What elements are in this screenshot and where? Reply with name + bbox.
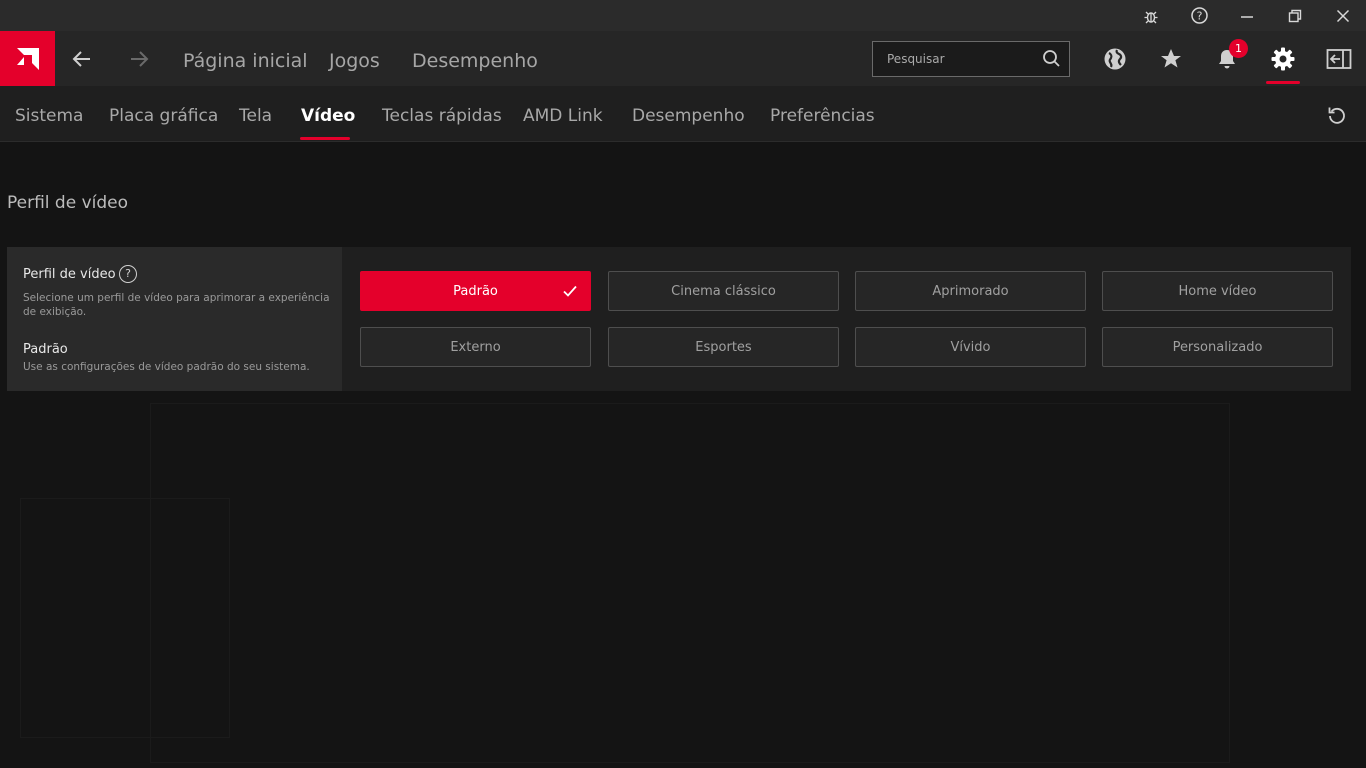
profile-label: Externo <box>450 339 501 355</box>
notification-badge: 1 <box>1229 39 1248 58</box>
settings-tabs: Sistema Placa gráfica Tela Vídeo Teclas … <box>0 86 1366 142</box>
search-input[interactable] <box>873 42 1033 76</box>
nav-games[interactable]: Jogos <box>329 31 380 86</box>
close-icon[interactable] <box>1320 0 1366 31</box>
help-circle-icon[interactable]: ? <box>119 265 137 283</box>
setting-description: Selecione um perfil de vídeo para aprimo… <box>23 292 330 318</box>
tab-display[interactable]: Tela <box>239 86 272 142</box>
profile-label: Esportes <box>695 339 752 355</box>
profile-sports-button[interactable]: Esportes <box>608 327 839 367</box>
tab-performance[interactable]: Desempenho <box>632 86 745 142</box>
settings-gear-icon[interactable] <box>1258 31 1308 86</box>
setting-title: Perfil de vídeo <box>23 267 116 282</box>
profile-standard-button[interactable]: Padrão <box>360 271 591 311</box>
star-icon[interactable] <box>1146 31 1196 86</box>
nav-performance[interactable]: Desempenho <box>412 31 538 86</box>
nav-home[interactable]: Página inicial <box>183 31 308 86</box>
active-tab-indicator <box>300 137 350 140</box>
sidebar-toggle-icon[interactable] <box>1314 31 1364 86</box>
restore-icon[interactable] <box>1272 0 1318 31</box>
profile-custom-button[interactable]: Personalizado <box>1102 327 1333 367</box>
settings-active-indicator <box>1266 81 1300 84</box>
tab-preferences[interactable]: Preferências <box>770 86 875 142</box>
tab-amd-link[interactable]: AMD Link <box>523 86 603 142</box>
profile-home-video-button[interactable]: Home vídeo <box>1102 271 1333 311</box>
tab-system[interactable]: Sistema <box>15 86 83 142</box>
video-profile-card: Perfil de vídeo ? Selecione um perfil de… <box>7 247 1351 391</box>
search-box <box>872 41 1070 77</box>
notification-bell-icon[interactable] <box>1202 31 1252 86</box>
checkmark-icon <box>562 283 578 303</box>
profile-external-button[interactable]: Externo <box>360 327 591 367</box>
profile-label: Vívido <box>950 339 991 355</box>
profile-label: Padrão <box>453 283 498 299</box>
tab-video[interactable]: Vídeo <box>301 86 355 142</box>
video-profile-info: Perfil de vídeo ? Selecione um perfil de… <box>7 247 342 391</box>
section-title: Perfil de vídeo <box>7 193 129 213</box>
reset-icon[interactable] <box>1322 100 1352 130</box>
video-settings-content: Perfil de vídeo Perfil de vídeo ? Seleci… <box>0 143 1366 768</box>
back-arrow-icon[interactable] <box>57 31 107 86</box>
globe-icon[interactable] <box>1090 31 1140 86</box>
svg-text:?: ? <box>1196 10 1202 23</box>
top-navigation: Página inicial Jogos Desempenho 1 <box>0 31 1366 86</box>
profile-label: Cinema clássico <box>671 283 776 299</box>
selected-profile-description: Use as configurações de vídeo padrão do … <box>23 361 310 373</box>
help-icon[interactable]: ? <box>1176 0 1222 31</box>
profile-classic-cinema-button[interactable]: Cinema clássico <box>608 271 839 311</box>
minimize-icon[interactable] <box>1224 0 1270 31</box>
title-bar: ? <box>0 0 1366 31</box>
bug-icon[interactable] <box>1128 0 1174 31</box>
tab-graphics[interactable]: Placa gráfica <box>109 86 218 142</box>
profile-label: Home vídeo <box>1178 283 1257 299</box>
amd-logo-icon[interactable] <box>0 31 55 86</box>
profile-enhanced-button[interactable]: Aprimorado <box>855 271 1086 311</box>
profile-vivid-button[interactable]: Vívido <box>855 327 1086 367</box>
background-decoration <box>150 403 1230 763</box>
forward-arrow-icon[interactable] <box>114 31 164 86</box>
search-icon[interactable] <box>1042 49 1061 72</box>
tab-hotkeys[interactable]: Teclas rápidas <box>382 86 502 142</box>
selected-profile-title: Padrão <box>23 342 68 357</box>
profile-label: Aprimorado <box>932 283 1009 299</box>
profile-label: Personalizado <box>1172 339 1263 355</box>
